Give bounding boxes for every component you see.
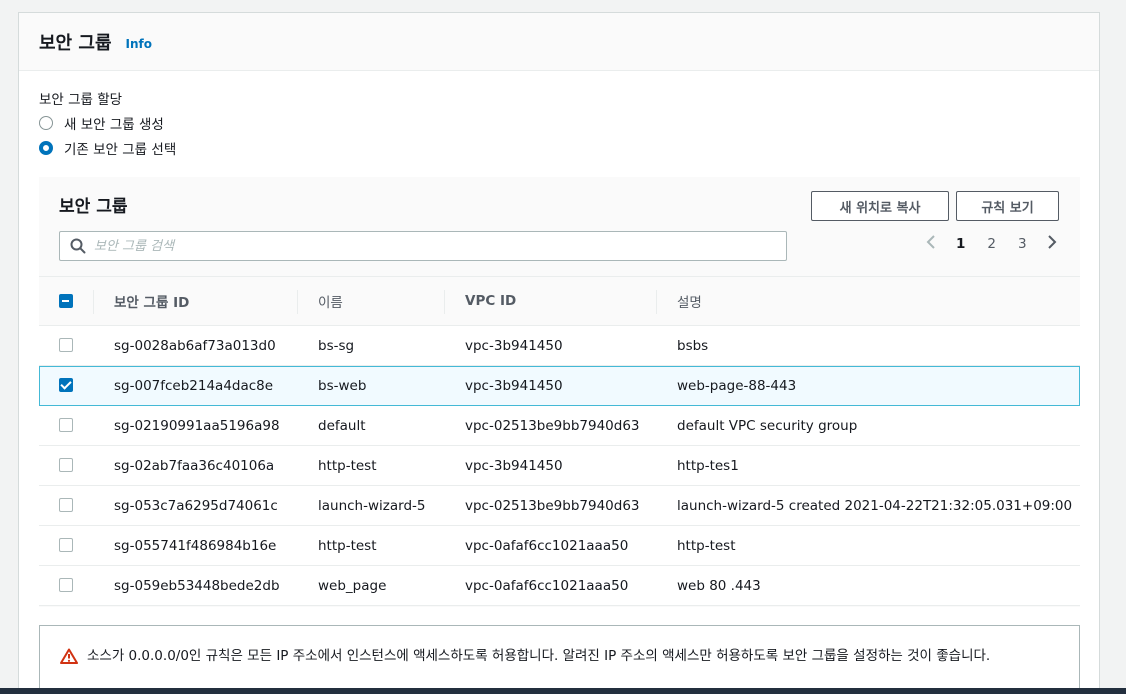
warning-triangle-icon — [60, 648, 78, 664]
table-title: 보안 그룹 — [59, 197, 128, 217]
table-row[interactable]: sg-02190991aa5196a98 default vpc-02513be… — [39, 406, 1080, 446]
bottom-bar — [0, 688, 1126, 694]
table-header: 보안 그룹 ID 이름 VPC ID 설명 — [39, 276, 1080, 326]
page-1[interactable]: 1 — [956, 236, 965, 252]
security-group-panel: 보안 그룹 Info 보안 그룹 할당 새 보안 그룹 생성 기존 보안 그룹 … — [18, 12, 1100, 694]
column-header-name[interactable]: 이름 — [318, 291, 343, 311]
panel-title: 보안 그룹 — [39, 32, 112, 54]
cell-name: launch-wizard-5 — [318, 498, 426, 514]
radio-select-existing[interactable]: 기존 보안 그룹 선택 — [39, 138, 176, 158]
cell-id: sg-007fceb214a4dac8e — [114, 378, 274, 394]
row-checkbox[interactable] — [59, 578, 73, 592]
panel-header: 보안 그룹 Info — [19, 13, 1099, 71]
chevron-right-icon[interactable] — [1047, 234, 1057, 254]
security-group-table-container: 보안 그룹 새 위치로 복사 규칙 보기 1 2 3 보 — [39, 177, 1080, 607]
cell-name: http-test — [318, 538, 377, 554]
cell-id: sg-053c7a6295d74061c — [114, 498, 278, 514]
row-checkbox[interactable] — [59, 338, 73, 352]
cell-id: sg-02ab7faa36c40106a — [114, 458, 275, 474]
cell-name: web_page — [318, 578, 387, 594]
table-row[interactable]: sg-0028ab6af73a013d0 bs-sg vpc-3b941450 … — [39, 326, 1080, 366]
cell-desc: default VPC security group — [677, 418, 858, 434]
select-all-checkbox[interactable] — [59, 294, 73, 308]
cell-id: sg-0028ab6af73a013d0 — [114, 338, 276, 354]
cell-name: bs-web — [318, 378, 367, 394]
info-link[interactable]: Info — [126, 37, 152, 51]
warning-text: 소스가 0.0.0.0/0인 규칙은 모든 IP 주소에서 인스턴스에 액세스하… — [87, 648, 991, 664]
cell-vpc: vpc-0afaf6cc1021aaa50 — [465, 538, 629, 554]
cell-id: sg-055741f486984b16e — [114, 538, 277, 554]
cell-vpc: vpc-3b941450 — [465, 458, 563, 474]
pagination: 1 2 3 — [926, 234, 1057, 254]
cell-id: sg-059eb53448bede2db — [114, 578, 280, 594]
row-checkbox[interactable] — [59, 538, 73, 552]
column-header-vpc[interactable]: VPC ID — [465, 293, 516, 309]
cell-name: bs-sg — [318, 338, 355, 354]
table-row-selected[interactable]: sg-007fceb214a4dac8e bs-web vpc-3b941450… — [39, 366, 1080, 406]
cell-vpc: vpc-02513be9bb7940d63 — [465, 498, 640, 514]
cell-vpc: vpc-0afaf6cc1021aaa50 — [465, 578, 629, 594]
chevron-left-icon[interactable] — [926, 234, 936, 254]
cell-vpc: vpc-3b941450 — [465, 378, 563, 394]
radio-label: 기존 보안 그룹 선택 — [64, 142, 177, 158]
radio-button[interactable] — [39, 116, 53, 130]
row-checkbox[interactable] — [59, 498, 73, 512]
search-input[interactable] — [94, 238, 744, 254]
radio-button[interactable] — [39, 141, 53, 155]
column-header-desc[interactable]: 설명 — [677, 291, 702, 311]
row-checkbox[interactable] — [59, 418, 73, 432]
cell-vpc: vpc-3b941450 — [465, 338, 563, 354]
table-row[interactable]: sg-055741f486984b16e http-test vpc-0afaf… — [39, 526, 1080, 566]
cell-desc: bsbs — [677, 338, 709, 354]
radio-create-new[interactable]: 새 보안 그룹 생성 — [39, 113, 164, 133]
row-checkbox[interactable] — [59, 378, 73, 392]
cell-desc: http-test — [677, 538, 736, 554]
cell-desc: web 80 .443 — [677, 578, 761, 594]
warning-alert: 소스가 0.0.0.0/0인 규칙은 모든 IP 주소에서 인스턴스에 액세스하… — [39, 625, 1080, 694]
radio-label: 새 보안 그룹 생성 — [64, 117, 164, 133]
cell-desc: launch-wizard-5 created 2021-04-22T21:32… — [677, 498, 1073, 514]
view-rules-button[interactable]: 규칙 보기 — [956, 191, 1059, 221]
search-box[interactable] — [59, 231, 787, 261]
assign-label: 보안 그룹 할당 — [39, 92, 123, 108]
cell-desc: http-tes1 — [677, 458, 739, 474]
table-row[interactable]: sg-059eb53448bede2db web_page vpc-0afaf6… — [39, 566, 1080, 606]
search-icon — [70, 238, 86, 254]
cell-vpc: vpc-02513be9bb7940d63 — [465, 418, 640, 434]
cell-name: default — [318, 418, 366, 434]
copy-to-new-button[interactable]: 새 위치로 복사 — [811, 191, 949, 221]
cell-name: http-test — [318, 458, 377, 474]
page-2[interactable]: 2 — [987, 236, 996, 252]
table-row[interactable]: sg-053c7a6295d74061c launch-wizard-5 vpc… — [39, 486, 1080, 526]
cell-desc: web-page-88-443 — [677, 378, 797, 394]
cell-id: sg-02190991aa5196a98 — [114, 418, 280, 434]
row-checkbox[interactable] — [59, 458, 73, 472]
column-header-id[interactable]: 보안 그룹 ID — [114, 291, 189, 311]
table-row[interactable]: sg-02ab7faa36c40106a http-test vpc-3b941… — [39, 446, 1080, 486]
security-group-table: 보안 그룹 ID 이름 VPC ID 설명 sg-0028ab6af73a013… — [39, 276, 1080, 606]
page-3[interactable]: 3 — [1018, 236, 1027, 252]
